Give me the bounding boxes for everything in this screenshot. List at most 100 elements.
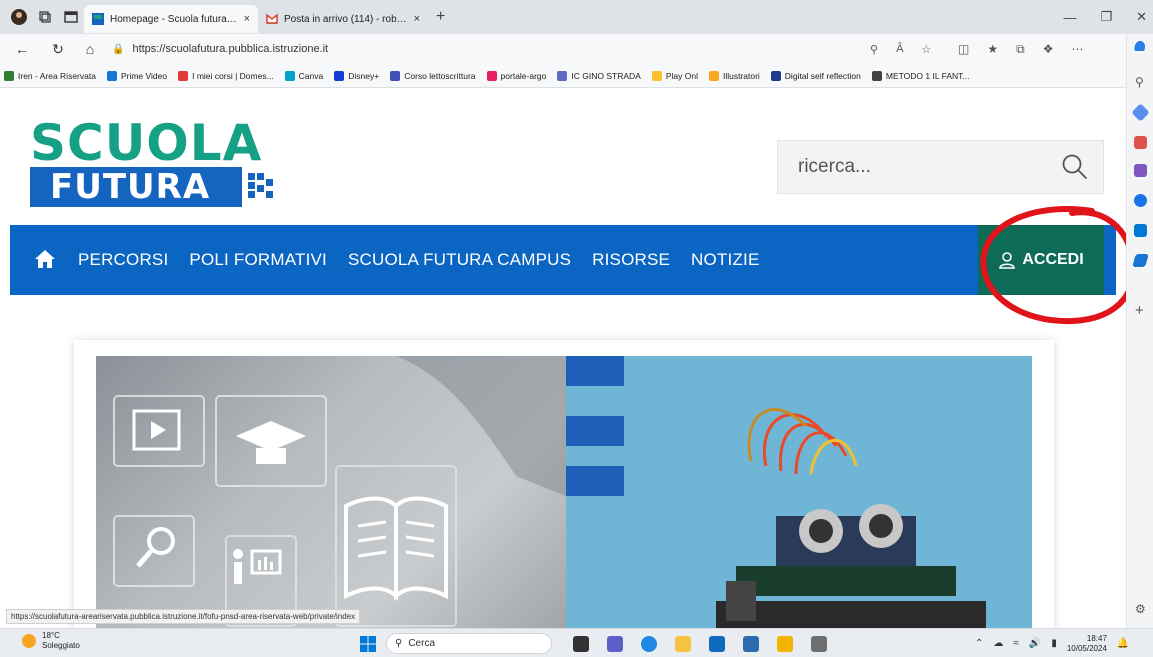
close-window-icon[interactable]: ✕ <box>1136 9 1147 25</box>
browser-toolbar-actions: ◫ ★ ⧉ ❖ ⋯ <box>958 34 1083 64</box>
edge-icon[interactable] <box>641 635 657 652</box>
outlook-icon[interactable] <box>1134 224 1147 237</box>
wifi-icon[interactable]: ≈ <box>1013 638 1019 649</box>
windows-start-icon[interactable] <box>360 635 376 652</box>
scuola-futura-favicon-icon <box>92 13 104 25</box>
bookmark-label: Disney+ <box>348 70 380 81</box>
tab-actions-icon[interactable] <box>58 4 84 30</box>
search-icon[interactable] <box>1061 153 1089 181</box>
sticky-notes-icon[interactable] <box>777 635 793 652</box>
nav-percorsi[interactable]: PERCORSI <box>78 250 168 270</box>
file-explorer-icon[interactable] <box>675 635 691 652</box>
mail-icon[interactable] <box>709 635 725 652</box>
taskbar-search-label: Cerca <box>408 638 436 649</box>
shopping-icon[interactable] <box>1134 136 1147 149</box>
system-tray: ⌃ ☁ ≈ 🔊 ▮ 18:47 10/05/2024 🔔 <box>975 629 1129 657</box>
taskbar-center: ⚲ Cerca <box>360 632 836 655</box>
close-tab-icon[interactable]: × <box>414 13 420 25</box>
extensions-icon[interactable]: ❖ <box>1043 42 1054 56</box>
bookmark-favicon-icon <box>106 70 117 81</box>
tools-icon[interactable] <box>1134 164 1147 177</box>
close-tab-icon[interactable]: × <box>244 13 250 25</box>
phone-link-icon[interactable] <box>811 635 827 652</box>
hero-image-robot <box>566 356 1032 628</box>
copilot-icon[interactable] <box>1132 38 1148 54</box>
minimize-icon[interactable]: — <box>1063 10 1076 25</box>
bookmark-item[interactable]: Digital self reflection <box>770 70 861 81</box>
bookmark-item[interactable]: Illustratori <box>708 70 760 81</box>
bookmark-item[interactable]: METODO 1 IL FANT... <box>871 70 969 81</box>
bookmark-item[interactable]: Corso lettoscrittura <box>390 70 476 81</box>
nav-notizie[interactable]: NOTIZIE <box>691 250 759 270</box>
main-navigation: PERCORSI POLI FORMATIVI SCUOLA FUTURA CA… <box>10 225 1116 295</box>
weather-temperature: 18°C <box>42 631 60 640</box>
bookmark-label: Corso lettoscrittura <box>404 70 476 81</box>
search-input[interactable] <box>778 141 1048 193</box>
lock-icon: 🔒 <box>112 43 125 55</box>
bookmark-item[interactable]: I miei corsi | Domes... <box>178 70 274 81</box>
bookmark-label: IC GINO STRADA <box>571 70 641 81</box>
task-view-icon[interactable] <box>573 635 589 652</box>
nav-scuola-futura-campus[interactable]: SCUOLA FUTURA CAMPUS <box>348 250 571 270</box>
bookmark-item[interactable]: IC GINO STRADA <box>557 70 641 81</box>
store-icon[interactable] <box>743 635 759 652</box>
refresh-icon[interactable]: ↻ <box>46 41 70 58</box>
hero-card <box>74 340 1054 628</box>
split-screen-icon[interactable]: ◫ <box>958 42 969 56</box>
bookmark-item[interactable]: Canva <box>284 70 323 81</box>
new-tab-button[interactable]: + <box>436 8 445 26</box>
back-arrow-icon[interactable]: ← <box>10 41 34 57</box>
profile-avatar-icon[interactable] <box>6 4 32 30</box>
games-icon[interactable] <box>1134 194 1147 207</box>
battery-icon[interactable]: ▮ <box>1051 638 1057 649</box>
url-text: https://scuolafutura.pubblica.istruzione… <box>132 43 329 55</box>
volume-icon[interactable]: 🔊 <box>1029 638 1041 649</box>
weather-widget[interactable]: 18°C Soleggiato <box>22 631 80 651</box>
tray-overflow-icon[interactable]: ⌃ <box>975 638 983 649</box>
login-label: ACCEDI <box>1022 251 1084 268</box>
search-sidebar-icon[interactable]: ⚲ <box>1135 75 1144 89</box>
bookmark-favicon-icon <box>557 70 568 81</box>
browser-tab-bar: Homepage - Scuola futura - PNR × Posta i… <box>0 0 1153 34</box>
teams-icon[interactable] <box>607 635 623 652</box>
site-search <box>777 140 1104 194</box>
send-icon[interactable] <box>1132 254 1149 267</box>
tab-scuola-futura[interactable]: Homepage - Scuola futura - PNR × <box>84 5 258 33</box>
sidebar-settings-icon[interactable]: ⚙ <box>1135 602 1146 616</box>
home-icon[interactable]: ⌂ <box>78 41 102 57</box>
restore-icon[interactable]: ❐ <box>1100 9 1112 25</box>
windows-taskbar: 18°C Soleggiato ⚲ Cerca ⌃ ☁ ≈ 🔊 ▮ 18:47 … <box>0 628 1153 657</box>
bookmarks-bar: Iren - Area Riservata Prime Video I miei c… <box>0 64 1126 88</box>
onedrive-icon[interactable]: ☁ <box>993 638 1003 649</box>
collections-icon[interactable]: ⧉ <box>1016 42 1025 57</box>
zoom-icon[interactable]: ⚲ <box>870 43 878 56</box>
status-bar-link-preview: https://scuolafutura-areariservata.pubbl… <box>6 609 361 624</box>
address-bar[interactable]: 🔒 https://scuolafutura.pubblica.istruzio… <box>112 38 952 60</box>
taskbar-search[interactable]: ⚲ Cerca <box>386 633 552 654</box>
tab-gmail[interactable]: Posta in arrivo (114) - roberta.me × <box>258 5 428 33</box>
nav-risorse[interactable]: RISORSE <box>592 250 670 270</box>
login-button[interactable]: ACCEDI <box>978 225 1104 295</box>
clock[interactable]: 18:47 10/05/2024 <box>1067 634 1107 654</box>
favorites-icon[interactable]: ★ <box>987 42 998 56</box>
read-aloud-icon[interactable]: Â <box>896 43 903 55</box>
tag-icon[interactable] <box>1131 103 1150 122</box>
bookmark-item[interactable]: portale-argo <box>486 70 546 81</box>
user-icon <box>999 252 1016 269</box>
logo-pixel-mark <box>248 173 282 203</box>
more-options-icon[interactable]: ⋯ <box>1071 42 1083 56</box>
bookmark-item[interactable]: Play Onl <box>651 70 698 81</box>
nav-poli-formativi[interactable]: POLI FORMATIVI <box>189 250 327 270</box>
bookmark-label: Iren - Area Riservata <box>18 70 96 81</box>
bookmark-favicon-icon <box>334 70 345 81</box>
bookmark-item[interactable]: Disney+ <box>334 70 380 81</box>
bookmark-label: Play Onl <box>665 70 698 81</box>
workspaces-icon[interactable] <box>32 4 58 30</box>
home-icon[interactable] <box>34 249 56 269</box>
bookmark-item[interactable]: Prime Video <box>106 70 167 81</box>
add-sidebar-app-icon[interactable]: + <box>1135 302 1144 319</box>
bookmark-item[interactable]: Iren - Area Riservata <box>4 70 96 81</box>
favorite-star-icon[interactable]: ☆ <box>921 43 931 56</box>
notifications-bell-icon[interactable]: 🔔 <box>1117 638 1129 649</box>
scuola-futura-logo[interactable]: SCUOLA FUTURA <box>30 117 280 207</box>
